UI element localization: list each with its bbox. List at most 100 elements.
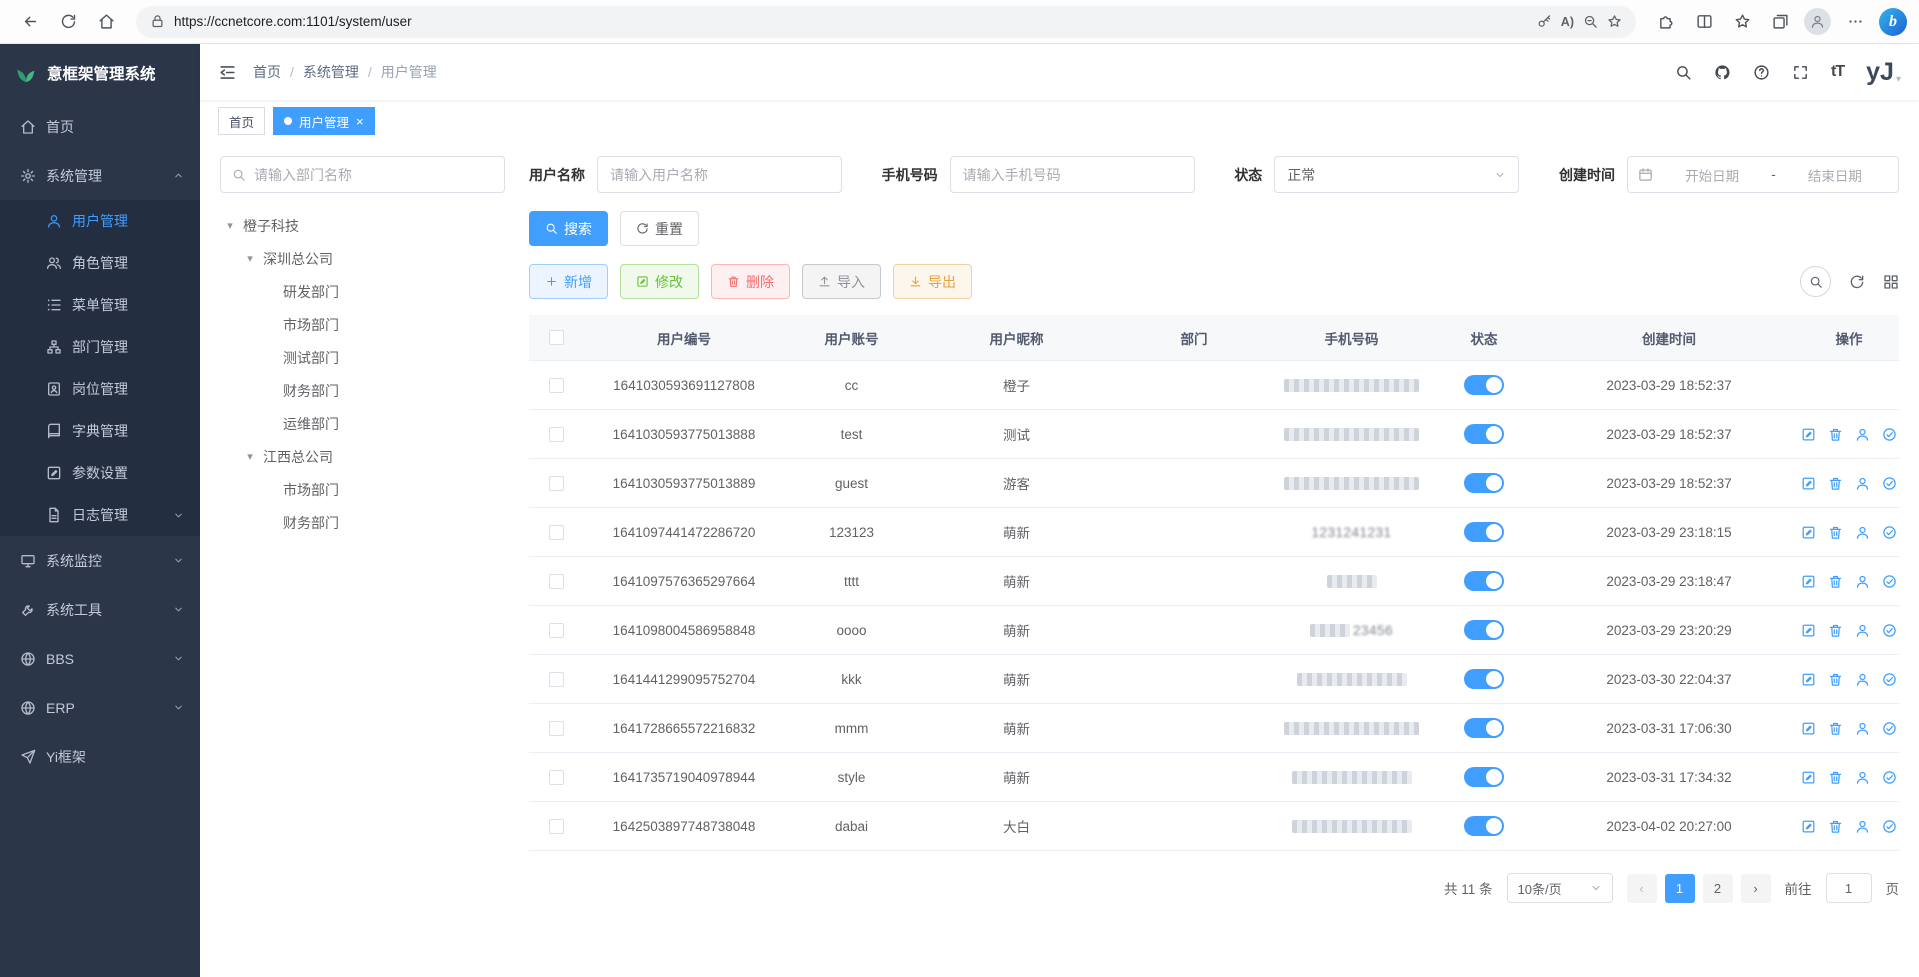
row-assign-role-button[interactable]: [1882, 574, 1897, 589]
row-checkbox[interactable]: [549, 378, 564, 393]
next-page-button[interactable]: ›: [1741, 874, 1771, 903]
sidebar-menu-item[interactable]: ERP: [0, 683, 200, 732]
tab-close-icon[interactable]: ×: [356, 114, 364, 129]
split-screen-icon[interactable]: [1686, 5, 1722, 39]
row-delete-button[interactable]: [1828, 574, 1843, 589]
import-button[interactable]: 导入: [802, 264, 881, 299]
row-delete-button[interactable]: [1828, 525, 1843, 540]
sidebar-menu-item[interactable]: 部门管理: [0, 326, 200, 368]
row-checkbox[interactable]: [549, 623, 564, 638]
more-menu-icon[interactable]: [1837, 5, 1873, 39]
sidebar-menu-item[interactable]: 字典管理: [0, 410, 200, 452]
tree-node[interactable]: 市场部门: [220, 308, 505, 341]
row-edit-button[interactable]: [1801, 721, 1816, 736]
row-assign-role-button[interactable]: [1882, 525, 1897, 540]
status-toggle[interactable]: [1464, 571, 1504, 591]
row-checkbox[interactable]: [549, 819, 564, 834]
breadcrumb-system[interactable]: 系统管理: [303, 62, 359, 82]
column-settings-button[interactable]: [1883, 274, 1899, 290]
sidebar-menu-item[interactable]: BBS: [0, 634, 200, 683]
row-assign-role-button[interactable]: [1882, 623, 1897, 638]
status-select[interactable]: 正常: [1274, 156, 1519, 193]
sidebar-menu-item[interactable]: 菜单管理: [0, 284, 200, 326]
status-toggle[interactable]: [1464, 375, 1504, 395]
page-size-select[interactable]: 10条/页: [1507, 873, 1613, 903]
row-reset-password-button[interactable]: [1855, 427, 1870, 442]
select-all-checkbox[interactable]: [549, 330, 564, 345]
status-toggle[interactable]: [1464, 816, 1504, 836]
dept-search-input[interactable]: [254, 167, 493, 183]
goto-page-input[interactable]: [1826, 873, 1872, 903]
header-search-icon[interactable]: [1675, 64, 1692, 81]
date-range-picker[interactable]: 开始日期 - 结束日期: [1627, 156, 1899, 193]
row-delete-button[interactable]: [1828, 770, 1843, 785]
user-avatar-logo[interactable]: yJ▾: [1866, 60, 1901, 85]
sidebar-menu-item[interactable]: 角色管理: [0, 242, 200, 284]
status-toggle[interactable]: [1464, 522, 1504, 542]
sidebar-menu-item[interactable]: 系统工具: [0, 585, 200, 634]
address-bar[interactable]: https://ccnetcore.com:1101/system/user A…: [136, 6, 1636, 38]
bing-copilot-icon[interactable]: b: [1879, 8, 1907, 36]
status-toggle[interactable]: [1464, 718, 1504, 738]
row-checkbox[interactable]: [549, 721, 564, 736]
tree-node[interactable]: 研发部门: [220, 275, 505, 308]
row-assign-role-button[interactable]: [1882, 476, 1897, 491]
browser-home-button[interactable]: [88, 5, 124, 39]
toggle-search-button[interactable]: [1800, 266, 1831, 297]
row-edit-button[interactable]: [1801, 525, 1816, 540]
row-delete-button[interactable]: [1828, 672, 1843, 687]
edit-button[interactable]: 修改: [620, 264, 699, 299]
row-assign-role-button[interactable]: [1882, 721, 1897, 736]
status-toggle[interactable]: [1464, 669, 1504, 689]
row-checkbox[interactable]: [549, 672, 564, 687]
sidebar-menu-item[interactable]: 岗位管理: [0, 368, 200, 410]
font-size-icon[interactable]: tT: [1831, 63, 1844, 81]
page-button-1[interactable]: 1: [1665, 874, 1695, 903]
tree-node[interactable]: 运维部门: [220, 407, 505, 440]
extensions-icon[interactable]: [1648, 5, 1684, 39]
help-icon[interactable]: [1753, 64, 1770, 81]
row-assign-role-button[interactable]: [1882, 672, 1897, 687]
github-icon[interactable]: [1714, 64, 1731, 81]
delete-button[interactable]: 删除: [711, 264, 790, 299]
row-delete-button[interactable]: [1828, 427, 1843, 442]
status-toggle[interactable]: [1464, 424, 1504, 444]
row-reset-password-button[interactable]: [1855, 574, 1870, 589]
row-reset-password-button[interactable]: [1855, 721, 1870, 736]
row-edit-button[interactable]: [1801, 623, 1816, 638]
row-reset-password-button[interactable]: [1855, 819, 1870, 834]
sidebar-menu-item[interactable]: 参数设置: [0, 452, 200, 494]
tree-node[interactable]: ▾ 橙子科技: [220, 209, 505, 242]
back-button[interactable]: [12, 5, 48, 39]
sidebar-menu-item[interactable]: 用户管理: [0, 200, 200, 242]
read-aloud-icon[interactable]: A): [1561, 15, 1574, 29]
row-assign-role-button[interactable]: [1882, 770, 1897, 785]
reset-button[interactable]: 重置: [620, 211, 699, 246]
fullscreen-icon[interactable]: [1792, 64, 1809, 81]
search-button[interactable]: 搜索: [529, 211, 608, 246]
row-edit-button[interactable]: [1801, 476, 1816, 491]
export-button[interactable]: 导出: [893, 264, 972, 299]
breadcrumb-home[interactable]: 首页: [253, 62, 281, 82]
row-edit-button[interactable]: [1801, 819, 1816, 834]
username-input[interactable]: [597, 156, 842, 193]
page-button-2[interactable]: 2: [1703, 874, 1733, 903]
tree-node[interactable]: 财务部门: [220, 374, 505, 407]
favorites-icon[interactable]: [1724, 5, 1760, 39]
row-checkbox[interactable]: [549, 770, 564, 785]
sidebar-menu-item[interactable]: Yi框架: [0, 732, 200, 781]
sidebar-menu-item[interactable]: 日志管理: [0, 494, 200, 536]
row-edit-button[interactable]: [1801, 574, 1816, 589]
row-delete-button[interactable]: [1828, 623, 1843, 638]
reload-button[interactable]: [50, 5, 86, 39]
row-delete-button[interactable]: [1828, 721, 1843, 736]
tree-node[interactable]: ▾ 深圳总公司: [220, 242, 505, 275]
collections-icon[interactable]: [1762, 5, 1798, 39]
sidebar-menu-item[interactable]: 首页: [0, 102, 200, 151]
tree-node[interactable]: 财务部门: [220, 506, 505, 539]
tree-node[interactable]: 市场部门: [220, 473, 505, 506]
status-toggle[interactable]: [1464, 767, 1504, 787]
row-checkbox[interactable]: [549, 476, 564, 491]
profile-avatar[interactable]: [1804, 8, 1831, 35]
favorite-star-icon[interactable]: [1607, 14, 1622, 29]
